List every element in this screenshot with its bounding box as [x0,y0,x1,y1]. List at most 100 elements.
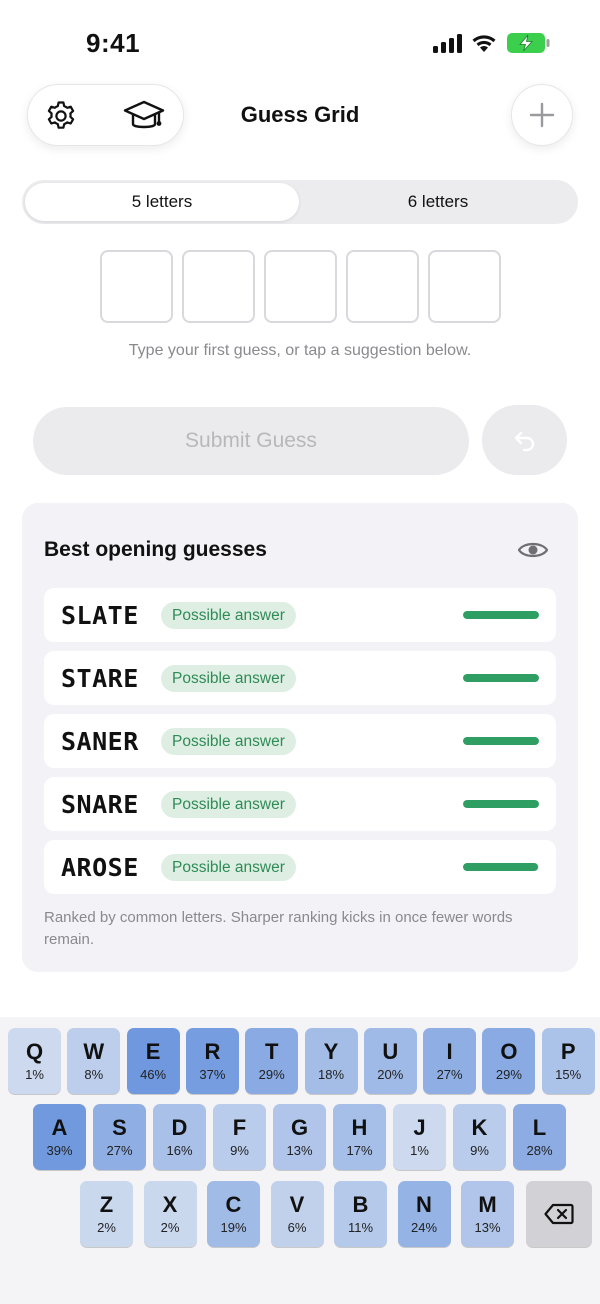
key-j[interactable]: J 1% [393,1104,446,1170]
wifi-icon [472,35,496,52]
key-frequency: 2% [160,1219,180,1235]
key-letter: W [83,1038,105,1064]
ranking-footnote: Ranked by common letters. Sharper rankin… [44,909,513,948]
key-x[interactable]: X 2% [143,1181,197,1247]
key-letter: Y [323,1038,339,1064]
key-h[interactable]: H 17% [333,1104,386,1170]
key-p[interactable]: P 15% [541,1028,595,1094]
letter-tile-5[interactable] [428,250,501,323]
key-frequency: 13% [286,1142,313,1158]
key-o[interactable]: O 29% [482,1028,536,1094]
key-frequency: 6% [287,1219,307,1235]
score-bar [463,863,539,871]
key-w[interactable]: W 8% [67,1028,121,1094]
key-u[interactable]: U 20% [363,1028,417,1094]
key-letter: I [446,1038,453,1064]
key-frequency: 20% [377,1066,404,1082]
suggestion-row[interactable]: SLATE Possible answer [44,588,556,642]
key-letter: Z [99,1191,114,1217]
letter-tile-1[interactable] [100,250,173,323]
key-l[interactable]: L 28% [513,1104,566,1170]
status-bar: 9:41 [0,0,600,80]
key-frequency: 17% [346,1142,373,1158]
key-frequency: 2% [97,1219,116,1235]
guess-hint: Type your first guess, or tap a suggesti… [128,342,472,359]
key-s[interactable]: S 27% [93,1104,146,1170]
score-bar-fill [463,800,539,808]
backspace-icon [544,1203,574,1225]
key-d[interactable]: D 16% [153,1104,206,1170]
key-z[interactable]: Z 2% [80,1181,133,1247]
plus-icon [529,102,555,128]
score-bar-fill [463,674,539,682]
key-frequency: 16% [166,1142,193,1158]
key-frequency: 46% [140,1066,167,1082]
score-bar [463,674,539,682]
key-frequency: 24% [410,1219,438,1235]
key-letter: O [500,1038,518,1064]
suggestion-row[interactable]: STARE Possible answer [44,651,556,705]
key-q[interactable]: Q 1% [8,1028,61,1094]
key-c[interactable]: C 19% [207,1181,260,1247]
suggestions-title: Best opening guesses [44,538,267,561]
suggestion-word: SNARE [61,790,139,819]
key-frequency: 9% [470,1142,489,1158]
key-f[interactable]: F 9% [213,1104,266,1170]
key-frequency: 28% [526,1142,553,1158]
key-frequency: 27% [106,1142,133,1158]
key-frequency: 8% [84,1066,104,1082]
header: Guess Grid [0,84,600,146]
key-frequency: 1% [410,1142,429,1158]
undo-button[interactable] [482,405,567,475]
eye-icon[interactable] [517,539,549,561]
guess-tiles [100,250,501,323]
key-k[interactable]: K 9% [453,1104,506,1170]
segment-6-letters[interactable]: 6 letters [301,183,575,221]
score-bar [463,800,539,808]
key-n[interactable]: N 24% [397,1181,451,1247]
suggestion-word: AROSE [61,853,139,882]
key-letter: L [532,1114,547,1140]
letter-tile-3[interactable] [264,250,337,323]
possible-answer-badge: Possible answer [161,602,296,629]
key-y[interactable]: Y 18% [304,1028,358,1094]
key-letter: R [204,1038,221,1064]
key-letter: B [352,1191,369,1217]
suggestion-word: SLATE [61,601,139,630]
key-a[interactable]: A 39% [33,1104,86,1170]
undo-icon [514,431,534,452]
key-letter: F [232,1114,247,1140]
score-bar [463,611,539,619]
key-letter: T [264,1038,279,1064]
key-letter: X [162,1191,178,1217]
delete-key[interactable] [526,1181,592,1247]
segment-5-letters[interactable]: 5 letters [25,183,299,221]
key-frequency: 29% [258,1066,285,1082]
battery-charging-icon [507,33,550,53]
key-b[interactable]: B 11% [334,1181,387,1247]
add-button[interactable] [511,84,573,146]
suggestion-word: STARE [61,664,139,693]
key-frequency: 11% [347,1219,374,1235]
letter-tile-4[interactable] [346,250,419,323]
status-time: 9:41 [86,28,141,58]
key-v[interactable]: V 6% [270,1181,324,1247]
key-r[interactable]: R 37% [185,1028,239,1094]
key-t[interactable]: T 29% [245,1028,299,1094]
key-frequency: 27% [436,1066,463,1082]
key-frequency: 37% [199,1066,226,1082]
key-letter: G [290,1114,309,1140]
suggestion-row[interactable]: AROSE Possible answer [44,840,556,894]
key-i[interactable]: I 27% [423,1028,477,1094]
suggestion-row[interactable]: SANER Possible answer [44,714,556,768]
suggestion-row[interactable]: SNARE Possible answer [44,777,556,831]
letter-tile-2[interactable] [182,250,255,323]
key-e[interactable]: E 46% [126,1028,180,1094]
key-m[interactable]: M 13% [461,1181,514,1247]
score-bar-fill [463,611,539,619]
key-frequency: 13% [474,1219,501,1235]
submit-guess-button[interactable]: Submit Guess [33,407,469,475]
key-g[interactable]: G 13% [273,1104,326,1170]
key-letter: D [171,1114,188,1140]
keyboard: Q 1% W 8% E 46% R 37% T 29% Y 18% U 20% I 27% O 29% P 15% A 3… [0,1017,600,1304]
